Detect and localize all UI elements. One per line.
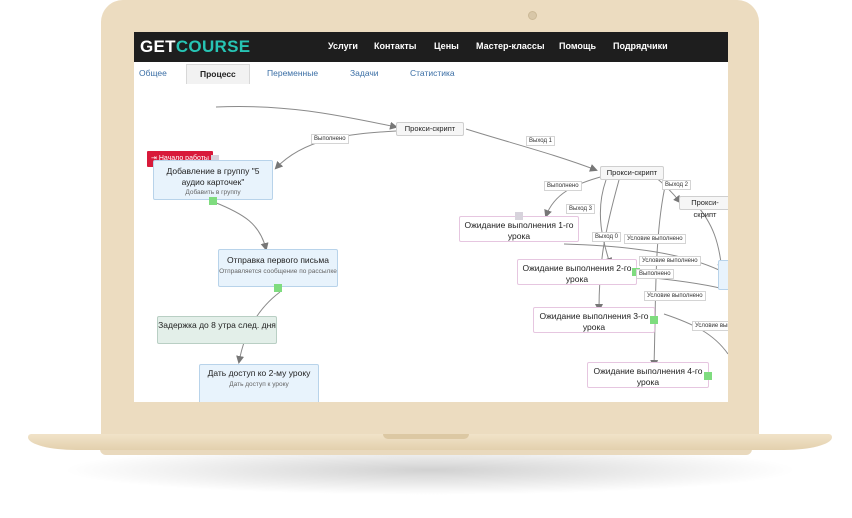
- add-group-title: Добавление в группу "5 аудио карточек": [166, 166, 260, 187]
- label-exit-3: Выход 3: [566, 204, 595, 214]
- wait-1-port[interactable]: [515, 212, 523, 220]
- proxy-2-label: Прокси-скрипт: [606, 168, 658, 177]
- label-exit-1: Выход 1: [526, 136, 555, 146]
- logo-get: GET: [140, 37, 176, 56]
- label-cond-2: Условие выполнено: [639, 256, 701, 266]
- nav-contractors[interactable]: Подрядчики: [613, 41, 668, 51]
- top-navbar: GETCOURSE Услуги Контакты Цены Мастер-кл…: [134, 32, 728, 62]
- laptop-notch: [383, 434, 469, 439]
- proxy-1-label: Прокси-скрипт: [404, 124, 456, 133]
- wait-2-label: Ожидание выполнения 2-го урока: [522, 263, 632, 284]
- label-cond-1: Условие выполнено: [624, 234, 686, 244]
- logo[interactable]: GETCOURSE: [140, 37, 250, 57]
- wait-4-port[interactable]: [704, 372, 712, 380]
- process-canvas[interactable]: ⇥ Начало работы Прокси-скрипт Прокси-скр…: [134, 84, 728, 402]
- label-exit-0: Выход 0: [592, 232, 621, 242]
- tab-tasks[interactable]: Задачи: [350, 68, 379, 78]
- wait-4-label: Ожидание выполнения 4-го урока: [593, 366, 703, 387]
- label-done-1: Выполнено: [311, 134, 349, 144]
- send-email-sub: Отправляется сообщение по рассылке: [219, 267, 337, 275]
- node-give-access[interactable]: Дать доступ ко 2-му уроку Дать доступ к …: [199, 364, 319, 402]
- node-wait-4[interactable]: Ожидание выполнения 4-го урока: [587, 362, 709, 388]
- label-done-3: Выполнено: [636, 269, 674, 279]
- node-add-to-group[interactable]: Добавление в группу "5 аудио карточек" Д…: [153, 160, 273, 200]
- nav-contacts[interactable]: Контакты: [374, 41, 416, 51]
- nav-prices[interactable]: Цены: [434, 41, 459, 51]
- tab-statistics[interactable]: Статистика: [410, 68, 455, 78]
- proxy-node-3[interactable]: Прокси-скрипт: [679, 196, 728, 219]
- add-group-port[interactable]: [209, 197, 217, 205]
- node-send-email[interactable]: Отправка первого письма Отправляется соо…: [218, 249, 338, 287]
- node-partial-right[interactable]: [718, 260, 728, 290]
- proxy-node-2[interactable]: Прокси-скрипт: [600, 166, 664, 180]
- tab-general[interactable]: Общее: [139, 68, 167, 78]
- nav-services[interactable]: Услуги: [328, 41, 358, 51]
- give-access-title: Дать доступ ко 2-му уроку: [207, 368, 311, 378]
- node-delay[interactable]: Задержка до 8 утра след. дня: [157, 316, 277, 344]
- give-access-sub: Дать доступ к уроку: [229, 380, 289, 388]
- send-email-port[interactable]: [274, 284, 282, 292]
- label-cond-4: Условие выполнено: [692, 321, 728, 331]
- nav-masterclasses[interactable]: Мастер-классы: [476, 41, 545, 51]
- wait-3-port[interactable]: [650, 316, 658, 324]
- node-wait-3[interactable]: Ожидание выполнения 3-го урока: [533, 307, 655, 333]
- wait-1-label: Ожидание выполнения 1-го урока: [464, 220, 574, 241]
- send-email-title: Отправка первого письма: [227, 255, 329, 265]
- delay-title: Задержка до 8 утра след. дня: [158, 320, 276, 330]
- proxy-node-1[interactable]: Прокси-скрипт: [396, 122, 464, 136]
- tab-variables[interactable]: Переменные: [267, 68, 318, 78]
- camera-icon: [528, 11, 537, 20]
- wait-3-label: Ожидание выполнения 3-го урока: [539, 311, 649, 332]
- label-cond-3: Условие выполнено: [644, 291, 706, 301]
- label-done-2: Выполнено: [544, 181, 582, 191]
- tab-process[interactable]: Процесс: [186, 64, 250, 84]
- proxy-3-label: Прокси-скрипт: [691, 198, 719, 219]
- screen: GETCOURSE Услуги Контакты Цены Мастер-кл…: [134, 32, 728, 402]
- logo-course: COURSE: [175, 37, 251, 56]
- label-exit-2: Выход 2: [662, 180, 691, 190]
- nav-help[interactable]: Помощь: [559, 41, 596, 51]
- node-wait-2[interactable]: Ожидание выполнения 2-го урока: [517, 259, 637, 285]
